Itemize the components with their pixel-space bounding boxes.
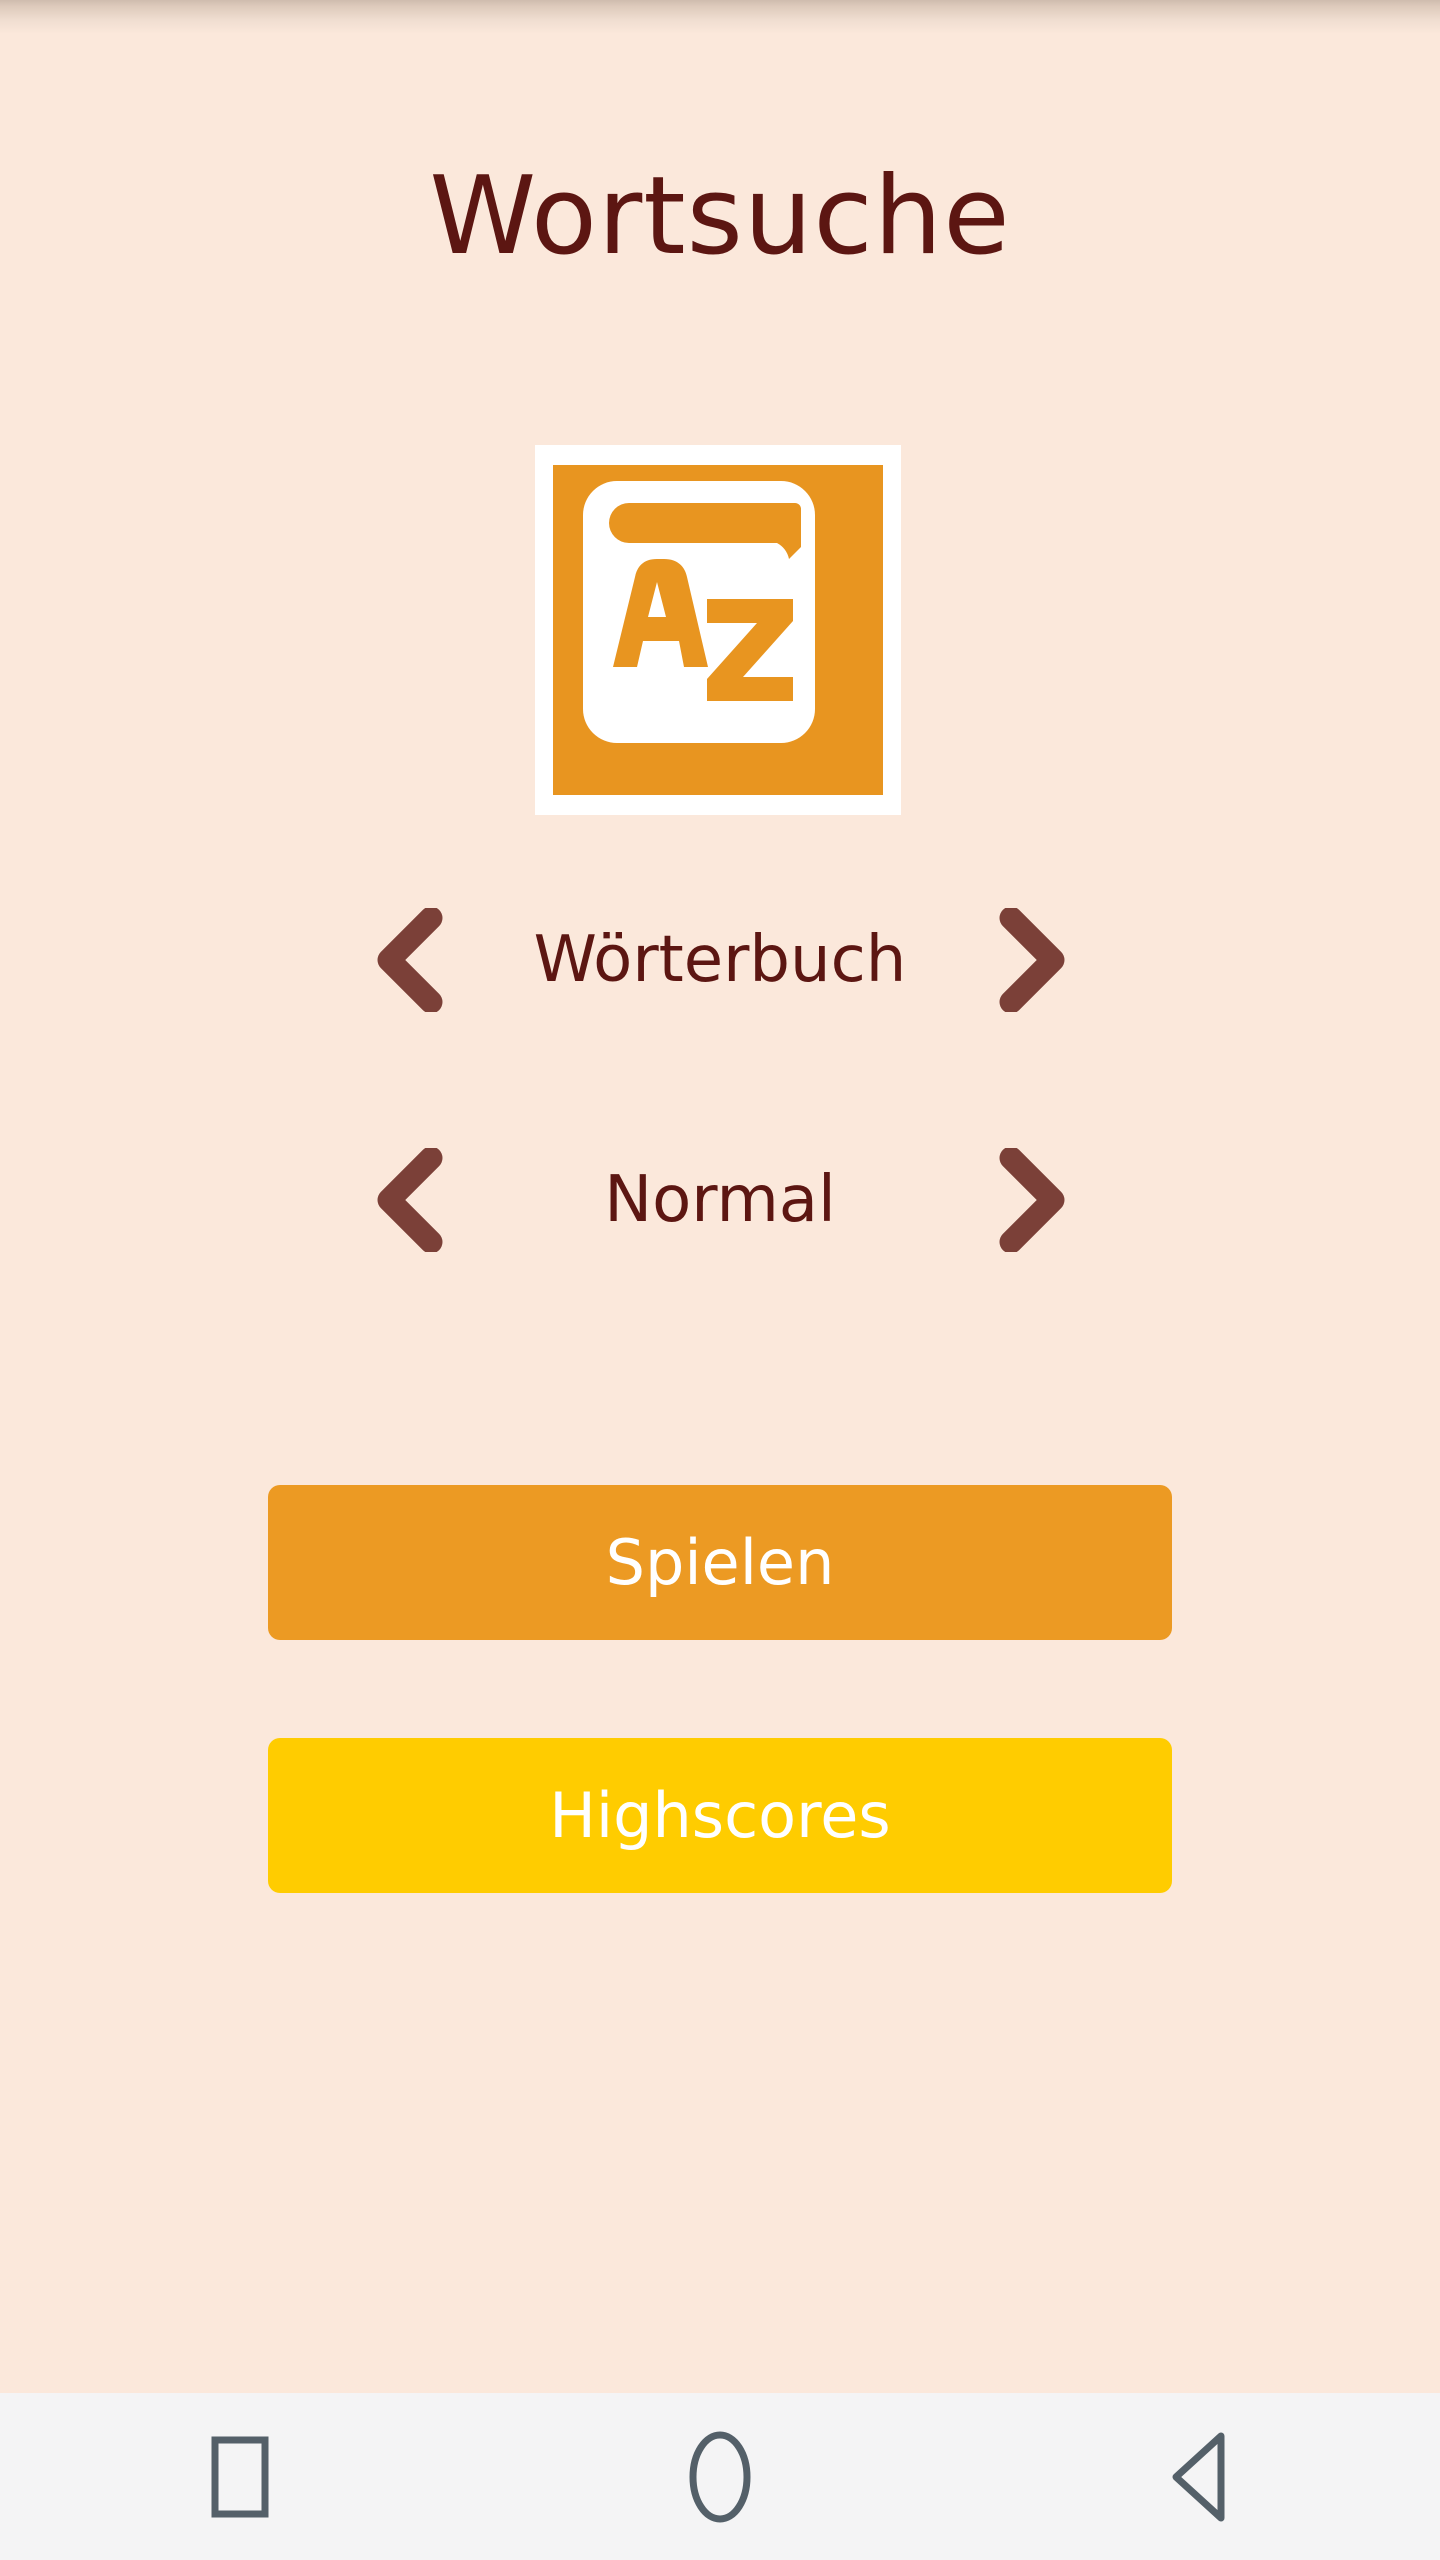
dictionary-prev-button[interactable] — [354, 900, 464, 1020]
dictionary-selector: Wörterbuch — [0, 900, 1440, 1020]
difficulty-prev-button[interactable] — [354, 1140, 464, 1260]
square-icon — [211, 2436, 269, 2517]
triangle-left-icon — [1172, 2432, 1225, 2521]
dictionary-az-book-icon — [583, 481, 815, 743]
chevron-left-icon — [377, 908, 443, 1012]
home-button[interactable] — [620, 2393, 820, 2560]
chevron-right-icon — [999, 1148, 1065, 1252]
chevron-right-icon — [999, 908, 1065, 1012]
dictionary-next-button[interactable] — [976, 900, 1086, 1020]
app-screen: Wortsuche Wörterbuch Normal Spielen High… — [0, 0, 1440, 2560]
chevron-left-icon — [377, 1148, 443, 1252]
dictionary-value: Wörterbuch — [533, 923, 907, 997]
page-title: Wortsuche — [429, 154, 1011, 279]
android-navigation-bar — [0, 2393, 1440, 2560]
status-bar-shade — [0, 0, 1440, 34]
play-button[interactable]: Spielen — [268, 1485, 1172, 1640]
difficulty-next-button[interactable] — [976, 1140, 1086, 1260]
app-icon — [535, 445, 901, 815]
difficulty-selector: Normal — [0, 1140, 1440, 1260]
recents-button[interactable] — [140, 2393, 340, 2560]
back-button[interactable] — [1100, 2393, 1300, 2560]
difficulty-value: Normal — [604, 1163, 836, 1237]
circle-icon — [689, 2431, 751, 2522]
highscores-button[interactable]: Highscores — [268, 1738, 1172, 1893]
